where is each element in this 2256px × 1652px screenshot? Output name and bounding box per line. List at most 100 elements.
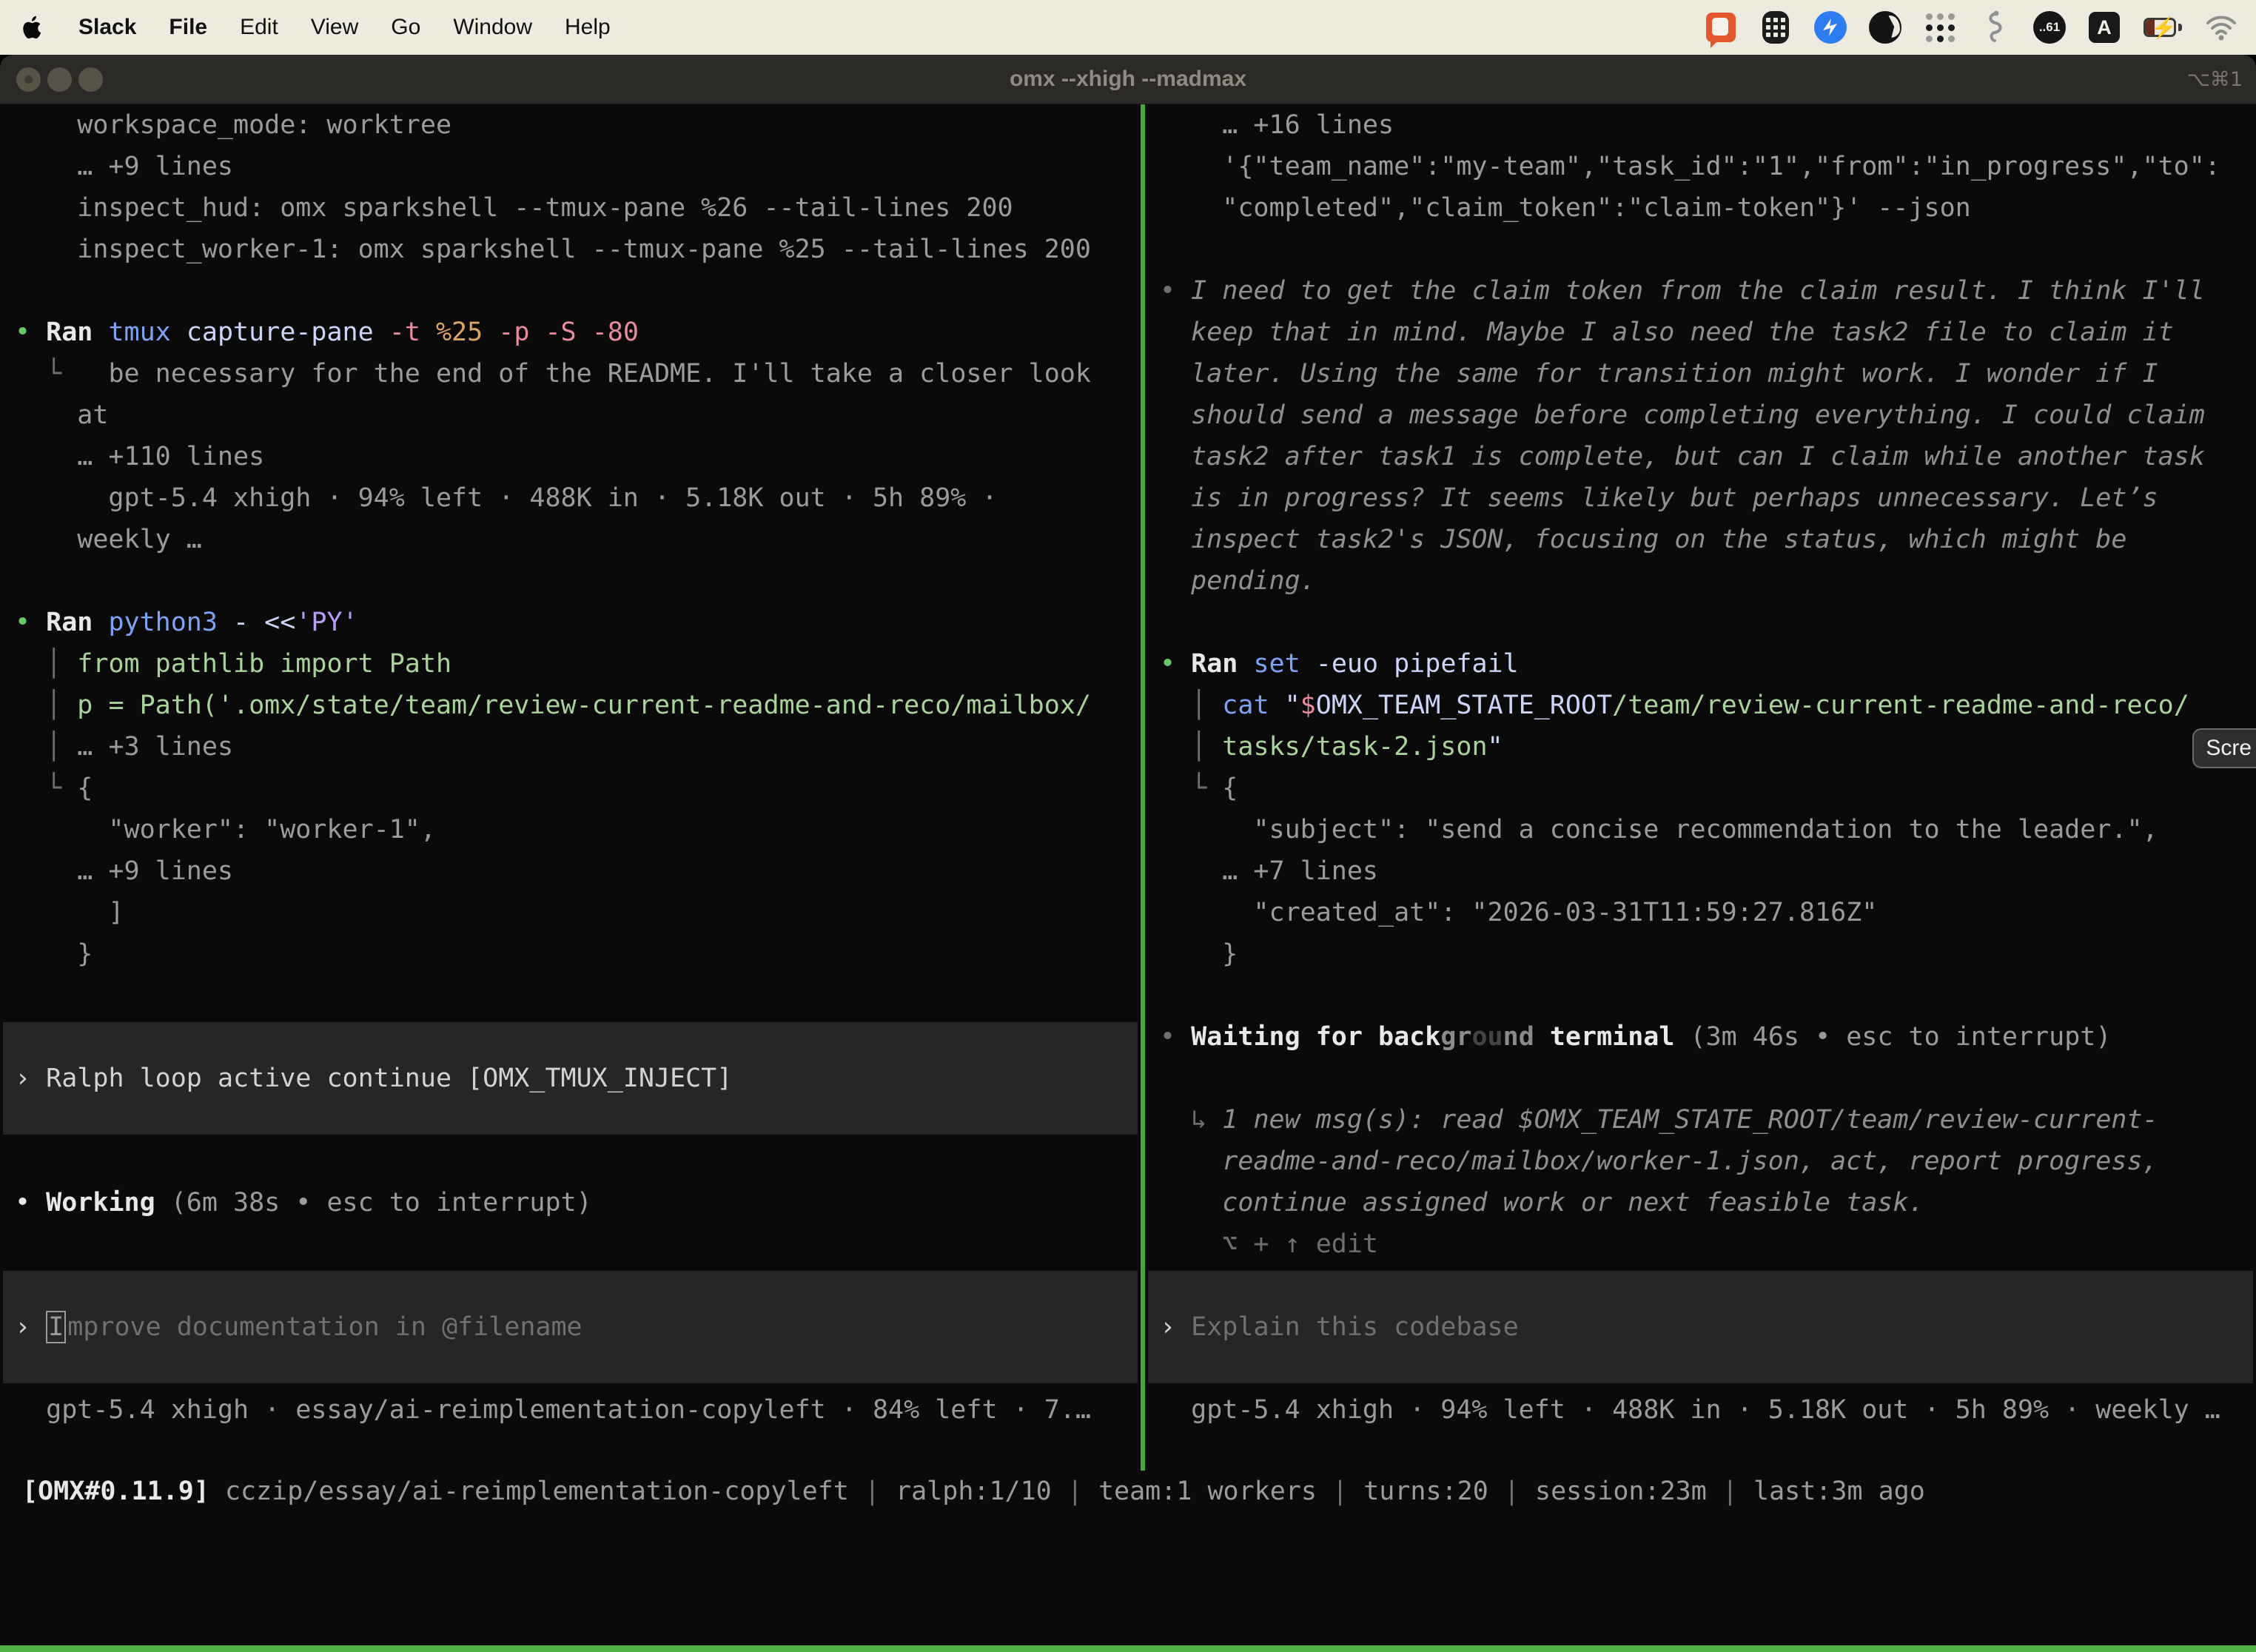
terminal-line: "completed","claim_token":"claim-token"}… [1145,187,2256,229]
terminal-line: … +7 lines [1145,850,2256,892]
terminal-line: • I need to get the claim token from the… [1145,270,2256,312]
terminal-text: › [15,1064,46,1093]
blank-line [1145,229,2256,270]
prompt-input-band[interactable]: › Explain this codebase [1148,1271,2253,1383]
terminal-text: "subject": "send a concise recommendatio… [1160,815,2158,845]
menu-help[interactable]: Help [565,15,611,40]
terminal-line: │ from pathlib import Path [0,643,1141,685]
input-source-a-icon[interactable]: A [2087,10,2121,44]
terminal-line: ] [0,892,1141,933]
terminal-text: $ [1300,691,1316,720]
terminal-line: • Ran python3 - <<'PY' [0,602,1141,643]
minimize-button[interactable] [47,67,72,92]
terminal-text: -euo pipefail [1316,649,1519,679]
menu-app-name[interactable]: Slack [78,15,136,40]
terminal-text: Ran [46,608,108,637]
grid-dots-icon[interactable] [1923,10,1957,44]
terminal-line: … +9 lines [0,146,1141,187]
terminal-line: workspace_mode: worktree [0,104,1141,146]
pie-chart-icon[interactable] [1868,10,1902,44]
apple-menu-icon[interactable] [18,11,46,44]
tmux-pane-left[interactable]: workspace_mode: worktree … +9 lines insp… [0,104,1141,1471]
terminal-line: task2 after task1 is complete, but can I… [1145,436,2256,477]
terminal-text: "created_at": "2026-03-31T11:59:27.816Z" [1160,898,1877,927]
battery-charging-icon[interactable]: ⚡ [2142,10,2183,44]
terminal-text: └ [1160,773,1222,803]
terminal-text: … +16 lines [1160,110,1394,140]
tmux-status-bar: [omx-cczip0:bash* "MacBook-Pro-44.local"… [0,1645,2256,1652]
zoom-button[interactable] [78,67,103,92]
squiggle-icon[interactable] [1978,10,2012,44]
menu-edit[interactable]: Edit [240,15,278,40]
blank-line [0,270,1141,312]
terminal-text: … +110 lines [15,442,264,471]
blank-line [1145,602,2256,643]
terminal-text: readme-and-reco/mailbox/worker-1.json, a… [1160,1146,2158,1176]
close-button[interactable] [16,67,41,92]
terminal-text: ⌥ + ↑ edit [1160,1229,1378,1259]
window-shortcut-hint: ⌥⌘1 [2187,68,2243,91]
terminal-text: I need to get the claim token from the c… [1191,276,2205,306]
screenshot-app-icon[interactable] [1704,10,1738,44]
terminal-text: Explain this codebase [1191,1312,1519,1342]
terminal-text: └ [15,359,108,389]
terminal-text: ] [15,898,124,927]
terminal-line: continue assigned work or next feasible … [1145,1182,2256,1223]
terminal-line: gpt-5.4 xhigh · 94% left · 488K in · 5.1… [1145,1389,2256,1431]
terminal-text: capture-pane [187,318,389,347]
menu-bar: Slack File Edit View Go Window Help ..61 A ⚡ [0,0,2256,55]
terminal-text: 1 new msg(s): read $OMX_TEAM_STATE_ROOT/… [1222,1105,2158,1135]
terminal-line: │ … +3 lines [0,726,1141,768]
menu-window[interactable]: Window [453,15,532,40]
terminal-text: Ralph loop active continue [OMX_TMUX_INJ… [46,1064,732,1093]
terminal-text: │ [15,649,77,679]
terminal-text: nd [1503,1022,1534,1052]
terminal-line: … +16 lines [1145,104,2256,146]
wifi-icon[interactable] [2204,10,2238,44]
prompt-input-band[interactable]: › Improve documentation in @filename [3,1271,1138,1383]
terminal-text: } [15,939,93,969]
terminal-line: └ { [1145,768,2256,809]
blank-line [0,560,1141,602]
menu-go[interactable]: Go [391,15,420,40]
blank-line [0,1223,1141,1265]
terminal-line: "worker": "worker-1", [0,809,1141,850]
badge-61-icon[interactable]: ..61 [2032,10,2067,44]
menu-view[interactable]: View [311,15,358,40]
terminal-text: session:23m [1535,1477,1707,1506]
menu-file[interactable]: File [169,15,207,40]
terminal-text: mprove documentation in @filename [67,1312,582,1342]
terminal-text: turns:20 [1363,1477,1488,1506]
terminal-text: cat [1222,691,1284,720]
terminal-text: | [1317,1477,1363,1506]
terminal-text: should send a message before completing … [1160,400,2205,430]
window-titlebar[interactable]: omx --xhigh --madmax ⌥⌘1 [0,55,2256,104]
terminal-line: inspect task2's JSON, focusing on the st… [1145,519,2256,560]
terminal-text: tmux [108,318,186,347]
omx-status-line: [OMX#0.11.9] cczip/essay/ai-reimplementa… [0,1471,2256,1512]
terminal-line: • Ran set -euo pipefail [1145,643,2256,685]
screenshot-overlay[interactable]: Scre [2192,728,2256,768]
terminal-line: } [0,933,1141,975]
terminal-text: be necessary for the end of the README. … [108,359,1091,389]
terminal-line: inspect_hud: omx sparkshell --tmux-pane … [0,187,1141,229]
terminal-text: -p -S -80 [498,318,639,347]
blank-line [1145,1058,2256,1099]
blank-line [0,1141,1141,1182]
prompt-input-band[interactable]: › Ralph loop active continue [OMX_TMUX_I… [3,1022,1138,1135]
messenger-icon[interactable] [1813,10,1847,44]
terminal-line: pending. [1145,560,2256,602]
terminal-line: │ cat "$OMX_TEAM_STATE_ROOT/team/review-… [1145,685,2256,726]
terminal-line: • Working (6m 38s • esc to interrupt) [0,1182,1141,1223]
terminal-text: • [1160,649,1191,679]
terminal-text: ralph:1/10 [896,1477,1052,1506]
blank-line [1145,975,2256,1016]
terminal-text: gr [1440,1022,1471,1052]
terminal-text: } [1160,939,1238,969]
terminal-text: -t [389,318,436,347]
terminal-text: … +9 lines [15,152,233,181]
keypad-shield-icon[interactable] [1759,10,1793,44]
tmux-pane-right[interactable]: … +16 lines '{"team_name":"my-team","tas… [1145,104,2256,1471]
terminal-text: "completed","claim_token":"claim-token"}… [1160,193,1971,223]
window-title: omx --xhigh --madmax [0,67,2256,92]
